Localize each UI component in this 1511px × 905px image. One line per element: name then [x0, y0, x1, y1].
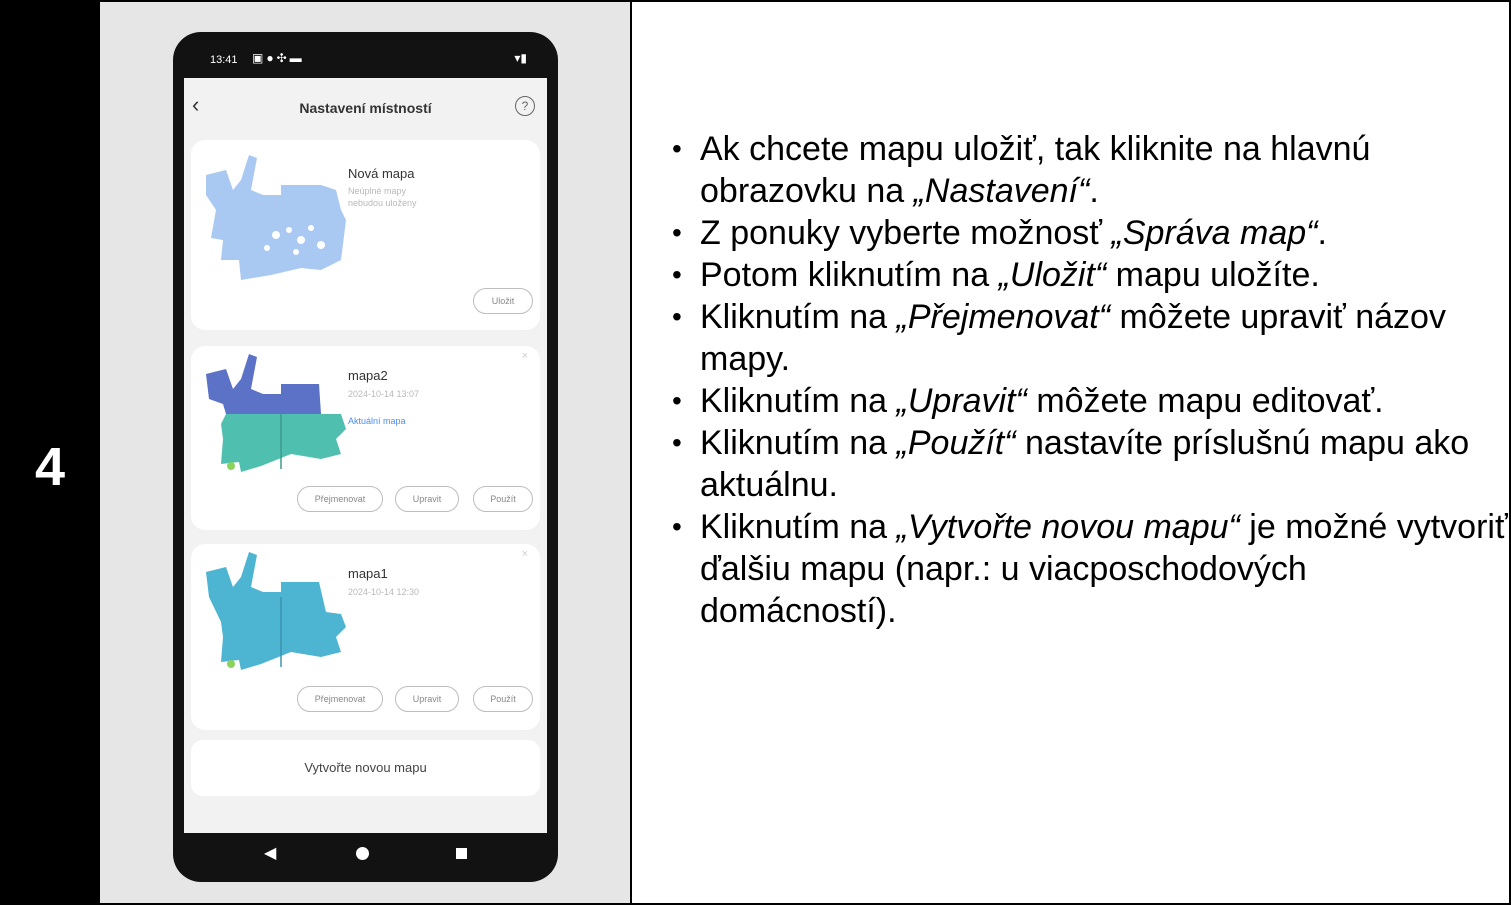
- page-border: [0, 0, 1511, 905]
